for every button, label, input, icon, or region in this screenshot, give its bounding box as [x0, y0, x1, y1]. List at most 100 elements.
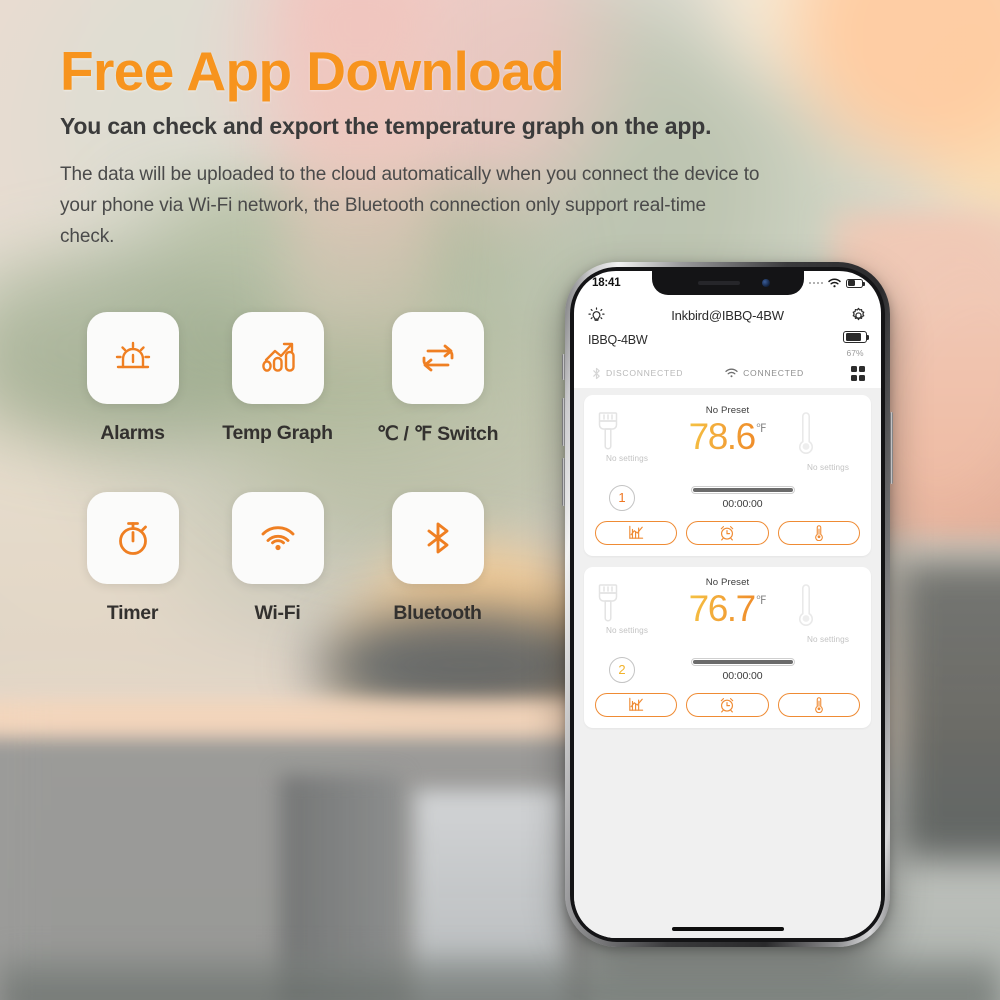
- wifi-status-icon: [725, 368, 738, 378]
- probe-reading-column: No Preset 78.6 ℉: [659, 405, 796, 489]
- app-header: Inkbird@IBBQ-4BW IBBQ-4BW 67% DISCONNECT…: [574, 295, 881, 388]
- thermometer-set-button[interactable]: [777, 692, 860, 717]
- alarm-clock-button[interactable]: [686, 520, 769, 545]
- alarm-no-settings-label: No settings: [806, 634, 850, 644]
- progress-bar: [690, 485, 795, 494]
- feature-label: Bluetooth: [393, 602, 482, 624]
- connection-status-row: DISCONNECTED CONNECTED: [588, 366, 867, 388]
- wifi-status[interactable]: CONNECTED: [725, 368, 804, 378]
- alarm-siren-icon: [110, 335, 156, 381]
- probe-timer-column: 00:00:00: [625, 657, 860, 682]
- probe-reading-column: No Preset 76.7 ℉: [659, 577, 796, 661]
- hero-subhead: You can check and export the temperature…: [60, 113, 712, 140]
- feature-label: Wi-Fi: [254, 602, 301, 624]
- temperature-graph-button[interactable]: [595, 520, 678, 545]
- feature-label: ℃ / ℉ Switch: [376, 423, 499, 445]
- thermometer-set-icon: [814, 696, 824, 713]
- app-header-top-row: Inkbird@IBBQ-4BW: [588, 301, 867, 329]
- lightbulb-icon[interactable]: [588, 306, 605, 324]
- phone-volume-down-button[interactable]: [562, 458, 565, 506]
- bar-chart-trend-icon: [255, 335, 301, 381]
- temperature-reading: 76.7 ℉: [659, 590, 796, 627]
- feature-cf-switch[interactable]: ℃ / ℉ Switch: [350, 312, 525, 446]
- preset-no-settings-label: No settings: [605, 453, 649, 463]
- basting-brush-icon: [595, 411, 659, 451]
- bluetooth-status-label: DISCONNECTED: [606, 368, 684, 379]
- feature-row-2: Timer Wi-Fi Bluetooth: [60, 492, 525, 625]
- probe-card-list: No settings No Preset 78.6 ℉ No settings…: [574, 387, 881, 938]
- device-battery: 67%: [843, 331, 870, 361]
- page-title: Free App Download: [60, 40, 565, 102]
- phone-silent-switch[interactable]: [562, 354, 565, 380]
- feature-bluetooth[interactable]: Bluetooth: [350, 492, 525, 625]
- app-title: Inkbird@IBBQ-4BW: [671, 307, 784, 323]
- temperature-graph-icon: [627, 525, 645, 540]
- thermometer-set-button[interactable]: [777, 520, 860, 545]
- feature-temp-graph[interactable]: Temp Graph: [205, 312, 350, 446]
- repeat-switch-icon: [415, 335, 461, 381]
- probe-alarm-column[interactable]: No settings: [796, 405, 860, 489]
- status-battery-icon: [846, 278, 865, 288]
- temperature-graph-button[interactable]: [595, 692, 678, 717]
- feature-grid: Alarms Temp Graph ℃ / ℉ Switch Timer Wi-…: [60, 312, 525, 625]
- feature-tile: [86, 312, 179, 404]
- phone-power-button[interactable]: [890, 412, 893, 484]
- stopwatch-icon: [110, 515, 156, 561]
- bluetooth-icon: [415, 515, 461, 561]
- status-bar-time: 18:41: [592, 277, 621, 289]
- feature-tile: [391, 312, 484, 404]
- bluetooth-status[interactable]: DISCONNECTED: [592, 367, 683, 380]
- thermometer-icon: [796, 409, 860, 457]
- timer-value: 00:00:00: [722, 497, 763, 510]
- preset-label: No Preset: [705, 404, 750, 416]
- wifi-status-label: CONNECTED: [743, 368, 804, 379]
- status-bar: 18:41: [574, 271, 881, 295]
- wifi-icon: [255, 515, 301, 561]
- feature-alarms[interactable]: Alarms: [60, 312, 205, 446]
- timer-value: 00:00:00: [722, 669, 763, 682]
- preset-label: No Preset: [705, 576, 750, 588]
- probe-action-row: [595, 692, 860, 717]
- probe-card[interactable]: No settings No Preset 76.7 ℉ No settings…: [584, 566, 871, 728]
- probe-action-row: [595, 520, 860, 545]
- feature-timer[interactable]: Timer: [60, 492, 205, 625]
- app-header-device-row: IBBQ-4BW 67%: [588, 331, 870, 361]
- hero-paragraph: The data will be uploaded to the cloud a…: [60, 164, 760, 247]
- device-name: IBBQ-4BW: [588, 333, 648, 347]
- feature-tile: [231, 312, 324, 404]
- device-battery-icon: [843, 331, 870, 343]
- probe-preset-column[interactable]: No settings: [595, 405, 659, 489]
- temperature-value: 76.7: [688, 587, 757, 629]
- temperature-value: 78.6: [688, 415, 757, 457]
- gear-icon[interactable]: [850, 307, 867, 324]
- feature-label: Temp Graph: [222, 422, 333, 444]
- hero-copy: Free App Download You can check and expo…: [60, 40, 760, 253]
- probe-alarm-column[interactable]: No settings: [796, 577, 860, 661]
- probe-preset-column[interactable]: No settings: [595, 577, 659, 661]
- feature-wifi[interactable]: Wi-Fi: [205, 492, 350, 625]
- temperature-unit: ℉: [755, 422, 767, 435]
- home-indicator[interactable]: [671, 927, 784, 931]
- phone-mockup: 18:41 Inkbird@IBBQ-4BW IBBQ-4BW 67% DISC…: [562, 262, 893, 947]
- phone-screen: 18:41 Inkbird@IBBQ-4BW IBBQ-4BW 67% DISC…: [574, 271, 881, 938]
- status-bar-indicators: [808, 278, 865, 288]
- alarm-no-settings-label: No settings: [806, 462, 850, 472]
- temperature-unit: ℉: [755, 594, 767, 607]
- feature-tile: [231, 492, 324, 584]
- alarm-clock-button[interactable]: [686, 692, 769, 717]
- thermometer-set-icon: [814, 524, 824, 541]
- probe-card-top: No settings No Preset 76.7 ℉ No settings: [595, 577, 860, 661]
- phone-volume-up-button[interactable]: [562, 398, 565, 446]
- probe-card[interactable]: No settings No Preset 78.6 ℉ No settings…: [584, 394, 871, 556]
- feature-label: Timer: [106, 602, 159, 624]
- cellular-signal-icon: [808, 281, 823, 285]
- probe-card-top: No settings No Preset 78.6 ℉ No settings: [595, 405, 860, 489]
- probe-timer-column: 00:00:00: [625, 485, 860, 510]
- thermometer-icon: [796, 581, 860, 629]
- alarm-clock-icon: [719, 697, 735, 713]
- device-battery-percent: 67%: [846, 348, 864, 358]
- alarm-clock-icon: [719, 525, 735, 541]
- basting-brush-icon: [595, 583, 659, 623]
- status-wifi-icon: [828, 278, 841, 288]
- grid-apps-icon[interactable]: [850, 366, 865, 381]
